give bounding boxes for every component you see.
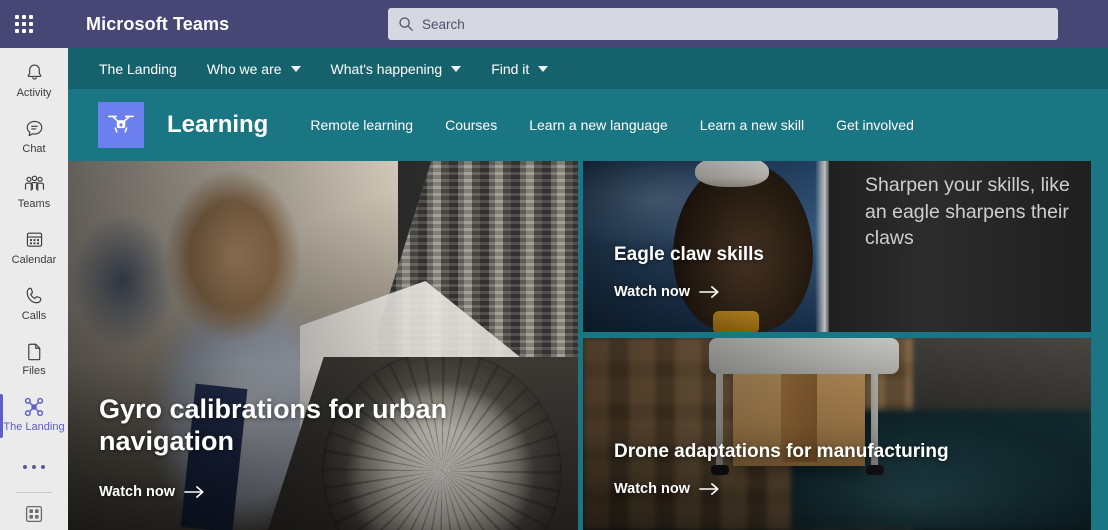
sidebar-item-teams[interactable]: Teams: [0, 165, 68, 219]
hub-header: Learning Remote learning Courses Learn a…: [68, 89, 1108, 161]
card-title: Drone adaptations for manufacturing: [614, 440, 949, 462]
chevron-down-icon: [538, 65, 549, 72]
file-icon: [24, 340, 45, 362]
watch-now-label: Watch now: [99, 484, 175, 500]
search-icon: [399, 17, 413, 31]
nav-item-label: What's happening: [330, 60, 443, 77]
hub-logo[interactable]: [98, 102, 144, 148]
arrow-right-icon: [184, 485, 205, 499]
chevron-down-icon: [290, 65, 301, 72]
chat-bubble-icon: [24, 118, 45, 140]
sidebar-item-label: Calls: [21, 309, 47, 322]
card-overlay: Gyro calibrations for urban navigation W…: [68, 161, 578, 530]
arrow-right-icon: [699, 285, 720, 299]
card-drone-adaptations[interactable]: Drone adaptations for manufacturing Watc…: [583, 338, 1091, 530]
hub-link-learn-a-new-language[interactable]: Learn a new language: [529, 117, 668, 133]
watch-now-link[interactable]: Watch now: [614, 481, 1091, 497]
phone-icon: [24, 285, 45, 307]
sidebar-item-calls[interactable]: Calls: [0, 277, 68, 331]
hub-link-get-involved[interactable]: Get involved: [836, 117, 914, 133]
drone-icon: [23, 396, 45, 418]
site-navigation-bar: The Landing Who we are What's happening …: [68, 48, 1108, 89]
sidebar-item-chat[interactable]: Chat: [0, 110, 68, 164]
watch-now-label: Watch now: [614, 284, 690, 300]
content-canvas: Gyro calibrations for urban navigation W…: [68, 161, 1108, 530]
more-ellipsis-icon: [21, 464, 48, 469]
sidebar-item-label: Teams: [17, 198, 51, 211]
watch-now-label: Watch now: [614, 481, 690, 497]
chevron-down-icon: [451, 65, 462, 72]
sidebar-item-calendar[interactable]: Calendar: [0, 221, 68, 275]
sidebar-item-the-landing[interactable]: The Landing: [0, 388, 68, 442]
more-apps-button[interactable]: [0, 448, 68, 486]
sidebar-item-files[interactable]: Files: [0, 332, 68, 386]
sidebar-item-label: Activity: [16, 86, 52, 99]
hub-link-learn-a-new-skill[interactable]: Learn a new skill: [700, 117, 804, 133]
card-featured-gyro-calibrations[interactable]: Gyro calibrations for urban navigation W…: [68, 161, 578, 530]
card-title: Gyro calibrations for urban navigation: [99, 394, 448, 457]
nav-item-label: Find it: [491, 60, 530, 77]
card-overlay: Eagle claw skills Watch now: [583, 161, 1091, 332]
apps-grid-icon: [23, 503, 45, 530]
arrow-right-icon: [699, 482, 720, 496]
people-icon: [23, 173, 46, 195]
watch-now-link[interactable]: Watch now: [99, 484, 578, 500]
sidebar-item-label: Files: [22, 365, 46, 378]
drone-logo-icon: [106, 108, 136, 143]
sidebar-item-label: Calendar: [11, 253, 57, 266]
app-launcher-button[interactable]: [0, 0, 48, 48]
calendar-icon: [24, 229, 45, 251]
sidebar-item-activity[interactable]: Activity: [0, 54, 68, 108]
hub-link-courses[interactable]: Courses: [445, 117, 497, 133]
rail-divider: [16, 492, 52, 493]
nav-item-whats-happening[interactable]: What's happening: [331, 61, 462, 77]
app-launcher-waffle-icon: [15, 15, 33, 33]
watch-now-link[interactable]: Watch now: [614, 284, 1091, 300]
nav-item-find-it[interactable]: Find it: [491, 60, 549, 77]
teams-app-window: Microsoft Teams Search Activity Chat Tea…: [0, 0, 1108, 530]
nav-item-label: Who we are: [206, 60, 282, 77]
hub-links: Remote learning Courses Learn a new lang…: [310, 117, 946, 133]
search-placeholder: Search: [422, 16, 465, 32]
nav-item-who-we-are[interactable]: Who we are: [207, 61, 301, 77]
sidebar-item-label: Chat: [22, 142, 46, 155]
left-app-rail: Activity Chat Teams Calendar Calls Files…: [0, 48, 68, 530]
app-title: Microsoft Teams: [86, 13, 230, 34]
card-overlay: Drone adaptations for manufacturing Watc…: [583, 338, 1091, 530]
sidebar-item-label: The Landing: [3, 420, 65, 433]
hub-link-remote-learning[interactable]: Remote learning: [310, 117, 413, 133]
card-title: Eagle claw skills: [614, 243, 764, 265]
hub-title: Learning: [167, 111, 269, 138]
search-input[interactable]: Search: [388, 8, 1058, 40]
nav-item-label: The Landing: [99, 60, 177, 77]
top-bar: Microsoft Teams Search: [0, 0, 1108, 48]
bell-icon: [24, 62, 45, 84]
nav-item-the-landing[interactable]: The Landing: [99, 61, 177, 77]
apps-store-button[interactable]: [0, 503, 68, 530]
card-eagle-claw-skills[interactable]: Sharpen your skills, like an eagle sharp…: [583, 161, 1091, 332]
